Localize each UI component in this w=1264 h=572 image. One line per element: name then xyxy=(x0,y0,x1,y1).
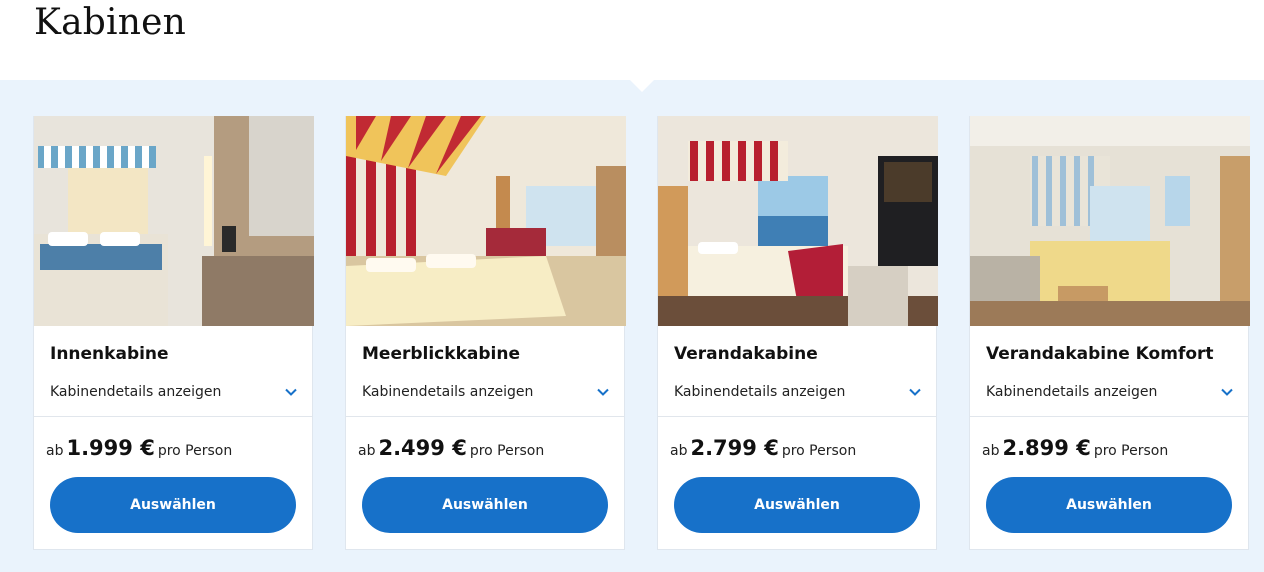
select-cabin-button[interactable]: Auswählen xyxy=(986,477,1232,533)
price-prefix: ab xyxy=(358,443,376,459)
cabin-details-toggle[interactable]: Kabinendetails anzeigen xyxy=(362,382,610,402)
price-amount: 2.899 € xyxy=(1002,436,1091,460)
cabin-photo-verandakabine-komfort xyxy=(970,116,1250,326)
cabin-card-meerblickkabine: Meerblickkabine Kabinendetails anzeigen … xyxy=(345,116,626,550)
cabin-card-innenkabine: Innenkabine Kabinendetails anzeigen ab 1.… xyxy=(33,116,314,550)
divider xyxy=(346,416,624,417)
cabin-photo-innenkabine xyxy=(34,116,314,326)
price-prefix: ab xyxy=(670,443,688,459)
price-suffix: pro Person xyxy=(157,443,233,459)
page-title: Kabinen xyxy=(34,2,186,43)
chevron-down-icon xyxy=(1221,388,1233,396)
section-notch xyxy=(630,80,654,92)
select-cabin-button[interactable]: Auswählen xyxy=(50,477,296,533)
cabin-details-label: Kabinendetails anzeigen xyxy=(362,384,534,400)
cabin-name: Verandakabine xyxy=(674,344,818,364)
cabin-details-toggle[interactable]: Kabinendetails anzeigen xyxy=(674,382,922,402)
cabin-photo-meerblickkabine xyxy=(346,116,626,326)
price-amount: 1.999 € xyxy=(66,436,155,460)
cabin-details-label: Kabinendetails anzeigen xyxy=(50,384,222,400)
cabin-details-toggle[interactable]: Kabinendetails anzeigen xyxy=(50,382,298,402)
price-prefix: ab xyxy=(982,443,1000,459)
divider xyxy=(970,416,1248,417)
cabin-price: ab 1.999 € pro Person xyxy=(46,436,232,460)
price-suffix: pro Person xyxy=(781,443,857,459)
cabin-price: ab 2.499 € pro Person xyxy=(358,436,544,460)
cabin-details-label: Kabinendetails anzeigen xyxy=(986,384,1158,400)
cabin-photo-verandakabine xyxy=(658,116,938,326)
cabin-card-verandakabine: Verandakabine Kabinendetails anzeigen ab… xyxy=(657,116,938,550)
cabin-price: ab 2.799 € pro Person xyxy=(670,436,856,460)
price-suffix: pro Person xyxy=(469,443,545,459)
select-cabin-button[interactable]: Auswählen xyxy=(674,477,920,533)
price-amount: 2.799 € xyxy=(690,436,779,460)
cabin-list: Innenkabine Kabinendetails anzeigen ab 1.… xyxy=(33,116,1250,550)
price-amount: 2.499 € xyxy=(378,436,467,460)
chevron-down-icon xyxy=(909,388,921,396)
cabin-name: Innenkabine xyxy=(50,344,169,364)
price-suffix: pro Person xyxy=(1093,443,1169,459)
select-cabin-button[interactable]: Auswählen xyxy=(362,477,608,533)
divider xyxy=(658,416,936,417)
price-prefix: ab xyxy=(46,443,64,459)
cabin-card-verandakabine-komfort: Verandakabine Komfort Kabinendetails anz… xyxy=(969,116,1250,550)
cabin-details-toggle[interactable]: Kabinendetails anzeigen xyxy=(986,382,1234,402)
chevron-down-icon xyxy=(285,388,297,396)
chevron-down-icon xyxy=(597,388,609,396)
divider xyxy=(34,416,312,417)
cabin-name: Meerblickkabine xyxy=(362,344,520,364)
cabin-price: ab 2.899 € pro Person xyxy=(982,436,1168,460)
cabin-name: Verandakabine Komfort xyxy=(986,344,1214,364)
cabin-details-label: Kabinendetails anzeigen xyxy=(674,384,846,400)
